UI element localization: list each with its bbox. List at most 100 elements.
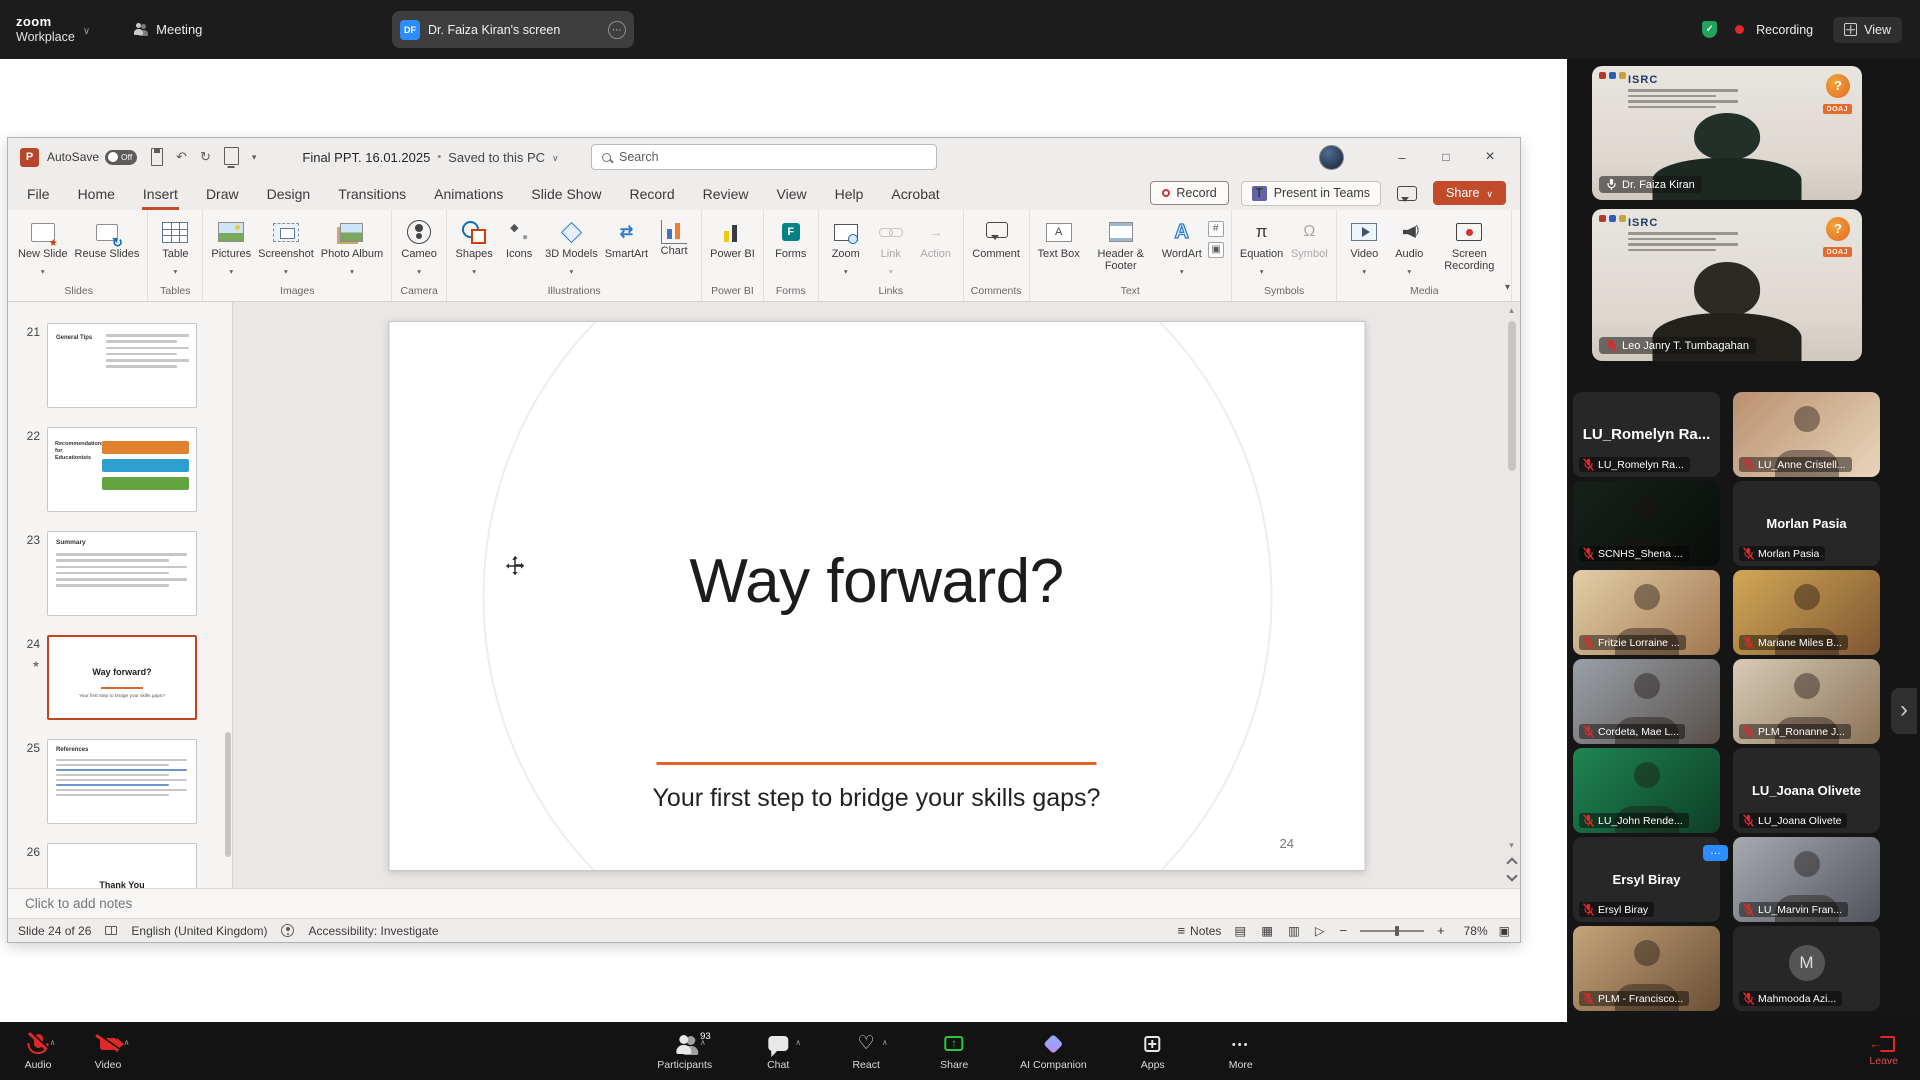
- recording-indicator[interactable]: Recording: [1756, 23, 1813, 37]
- menu-home[interactable]: Home: [77, 178, 116, 210]
- notes-pane[interactable]: Click to add notes: [8, 888, 1520, 918]
- object-icon[interactable]: [1208, 242, 1224, 258]
- menu-design[interactable]: Design: [266, 178, 312, 210]
- encryption-shield-icon[interactable]: [1702, 21, 1717, 38]
- ribbon-video-button[interactable]: Video: [1342, 213, 1386, 280]
- slide-thumbnail[interactable]: General Tips: [47, 323, 197, 408]
- ribbon-header-footer-button[interactable]: Header & Footer: [1084, 213, 1158, 274]
- next-slide-icon[interactable]: [1506, 870, 1517, 881]
- ribbon-cameo-button[interactable]: Cameo: [397, 213, 441, 280]
- ribbon-screen-recording-button[interactable]: Screen Recording: [1432, 213, 1506, 274]
- previous-slide-icon[interactable]: [1506, 857, 1517, 868]
- ribbon-zoom-button[interactable]: Zoom: [824, 213, 868, 280]
- ribbon-3d-models-button[interactable]: 3D Models: [542, 213, 601, 280]
- slide-title[interactable]: Way forward?: [389, 546, 1364, 617]
- language-indicator[interactable]: English (United Kingdom): [131, 924, 267, 938]
- slide-thumbnail[interactable]: Way forward?Your first step to bridge yo…: [47, 635, 197, 720]
- participant-tile[interactable]: PLM - Francisco...: [1573, 926, 1720, 1011]
- apps-button[interactable]: Apps: [1131, 1032, 1175, 1071]
- ai-companion-button[interactable]: AI Companion: [1020, 1032, 1087, 1071]
- meeting-tab[interactable]: Meeting: [124, 16, 212, 43]
- ribbon-pictures-button[interactable]: Pictures: [208, 213, 254, 280]
- more-button[interactable]: More: [1219, 1032, 1263, 1071]
- search-input[interactable]: [619, 150, 926, 164]
- menu-draw[interactable]: Draw: [205, 178, 240, 210]
- ribbon-screenshot-button[interactable]: Screenshot: [255, 213, 317, 280]
- slide-thumbnail[interactable]: Summary: [47, 531, 197, 616]
- menu-record[interactable]: Record: [628, 178, 675, 210]
- share-button[interactable]: Share: [1433, 181, 1506, 205]
- slide-canvas[interactable]: Way forward? Your first step to bridge y…: [388, 321, 1365, 871]
- ribbon-photo-album-button[interactable]: Photo Album: [318, 213, 386, 280]
- present-in-teams-button[interactable]: T Present in Teams: [1241, 181, 1381, 206]
- slide-thumbnail[interactable]: References: [47, 739, 197, 824]
- participant-tile[interactable]: LU_Romelyn Ra...LU_Romelyn Ra...: [1573, 392, 1720, 477]
- slide-number-icon[interactable]: [1208, 221, 1224, 237]
- slide-thumb-row[interactable]: 24Way forward?Your first step to bridge …: [8, 635, 232, 720]
- menu-view[interactable]: View: [776, 178, 808, 210]
- zoom-in-button[interactable]: +: [1435, 923, 1447, 938]
- chevron-up-icon[interactable]: [124, 1032, 130, 1050]
- slide-thumb-row[interactable]: 23Summary: [8, 531, 232, 616]
- leave-button[interactable]: Leave: [1869, 1022, 1898, 1080]
- zoom-out-button[interactable]: −: [1337, 923, 1349, 938]
- zoom-slider[interactable]: [1360, 930, 1424, 932]
- participant-tile[interactable]: Mariane Miles B...: [1733, 570, 1880, 655]
- audio-button[interactable]: Audio: [16, 1032, 60, 1071]
- collapse-ribbon-icon[interactable]: [1505, 277, 1510, 295]
- redo-icon[interactable]: [200, 148, 211, 166]
- share-button[interactable]: Share: [932, 1032, 976, 1071]
- participant-tile[interactable]: Morlan PasiaMorlan Pasia: [1733, 481, 1880, 566]
- participant-tile[interactable]: Fritzie Lorraine ...: [1573, 570, 1720, 655]
- notes-toggle[interactable]: Notes: [1177, 923, 1221, 938]
- video-button[interactable]: Video: [86, 1032, 130, 1071]
- ribbon-equation-button[interactable]: Equation: [1237, 213, 1286, 280]
- view-button[interactable]: View: [1833, 17, 1902, 43]
- chevron-down-icon[interactable]: [83, 21, 90, 39]
- ribbon-audio-button[interactable]: Audio: [1387, 213, 1431, 280]
- chevron-up-icon[interactable]: [700, 1032, 706, 1050]
- chat-button[interactable]: Chat: [756, 1032, 800, 1071]
- participant-tile[interactable]: SCNHS_Shena ...: [1573, 481, 1720, 566]
- participant-tile[interactable]: LU_Joana OliveteLU_Joana Olivete: [1733, 748, 1880, 833]
- accessibility-status[interactable]: Accessibility: Investigate: [308, 924, 438, 938]
- ribbon-comment-button[interactable]: Comment: [969, 213, 1023, 261]
- participant-tile[interactable]: Cordeta, Mae L...: [1573, 659, 1720, 744]
- ribbon-wordart-button[interactable]: WordArt: [1159, 213, 1205, 280]
- slide-sorter-button[interactable]: [1259, 923, 1275, 938]
- video-tile[interactable]: ISRCDOAJDr. Faiza Kiran: [1592, 66, 1862, 200]
- participant-tile[interactable]: LU_John Rende...: [1573, 748, 1720, 833]
- more-options-icon[interactable]: [608, 21, 626, 39]
- ribbon-forms-button[interactable]: Forms: [769, 213, 813, 261]
- slide-thumb-row[interactable]: 21General Tips: [8, 323, 232, 408]
- minimize-button[interactable]: [1380, 138, 1424, 176]
- slideshow-monitor-icon[interactable]: [224, 147, 239, 165]
- menu-file[interactable]: File: [26, 178, 51, 210]
- undo-icon[interactable]: [176, 148, 187, 166]
- react-button[interactable]: React: [844, 1032, 888, 1071]
- ribbon-table-button[interactable]: Table: [153, 213, 197, 280]
- slide-thumb-row[interactable]: 25References: [8, 739, 232, 824]
- fit-to-window-icon[interactable]: [1499, 922, 1510, 940]
- participants-button[interactable]: 93Participants: [657, 1032, 712, 1071]
- scrollbar-thumb[interactable]: [1508, 321, 1516, 471]
- menu-acrobat[interactable]: Acrobat: [890, 178, 940, 210]
- shared-screen-tab[interactable]: DF Dr. Faiza Kiran's screen: [392, 11, 634, 48]
- ribbon-icons-button[interactable]: Icons: [497, 213, 541, 261]
- close-button[interactable]: [1468, 138, 1512, 176]
- spellcheck-icon[interactable]: [105, 926, 117, 935]
- slideshow-button[interactable]: [1313, 923, 1327, 938]
- save-icon[interactable]: [151, 148, 163, 166]
- zoom-percentage[interactable]: 78%: [1458, 924, 1488, 938]
- autosave-toggle[interactable]: AutoSave Off: [47, 150, 137, 165]
- menu-animations[interactable]: Animations: [433, 178, 504, 210]
- ribbon-shapes-button[interactable]: Shapes: [452, 213, 496, 280]
- record-button[interactable]: Record: [1150, 181, 1228, 205]
- participant-tile[interactable]: Ersyl BirayErsyl Biray: [1573, 837, 1720, 922]
- expand-gallery-button[interactable]: [1891, 688, 1917, 734]
- slide-thumbnail[interactable]: Thank You: [47, 843, 197, 888]
- panel-scrollbar[interactable]: [225, 732, 231, 857]
- more-reactions-badge[interactable]: [1703, 845, 1728, 861]
- video-tile[interactable]: ISRCDOAJLeo Janry T. Tumbagahan: [1592, 209, 1862, 361]
- document-title[interactable]: Final PPT. 16.01.2025 • Saved to this PC: [302, 148, 558, 166]
